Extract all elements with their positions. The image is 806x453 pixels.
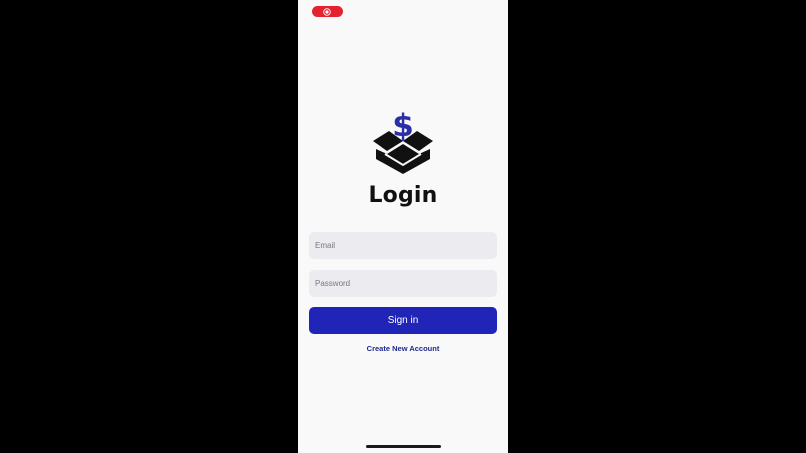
screen-recording-icon — [323, 7, 331, 16]
password-field[interactable] — [309, 270, 497, 297]
screen-recording-indicator[interactable] — [312, 6, 343, 17]
sign-in-button[interactable]: Sign in — [309, 307, 497, 334]
email-field[interactable] — [309, 232, 497, 259]
create-account-link[interactable]: Create New Account — [298, 344, 508, 353]
page-title: Login — [368, 183, 438, 208]
home-indicator[interactable] — [366, 445, 441, 448]
phone-screen: $ Login Sign in Create New Account — [298, 0, 508, 453]
screen: $ Login Sign in Create New Account — [0, 0, 806, 453]
dollar-box-icon: $ — [373, 108, 433, 174]
dollar-symbol: $ — [392, 108, 414, 144]
